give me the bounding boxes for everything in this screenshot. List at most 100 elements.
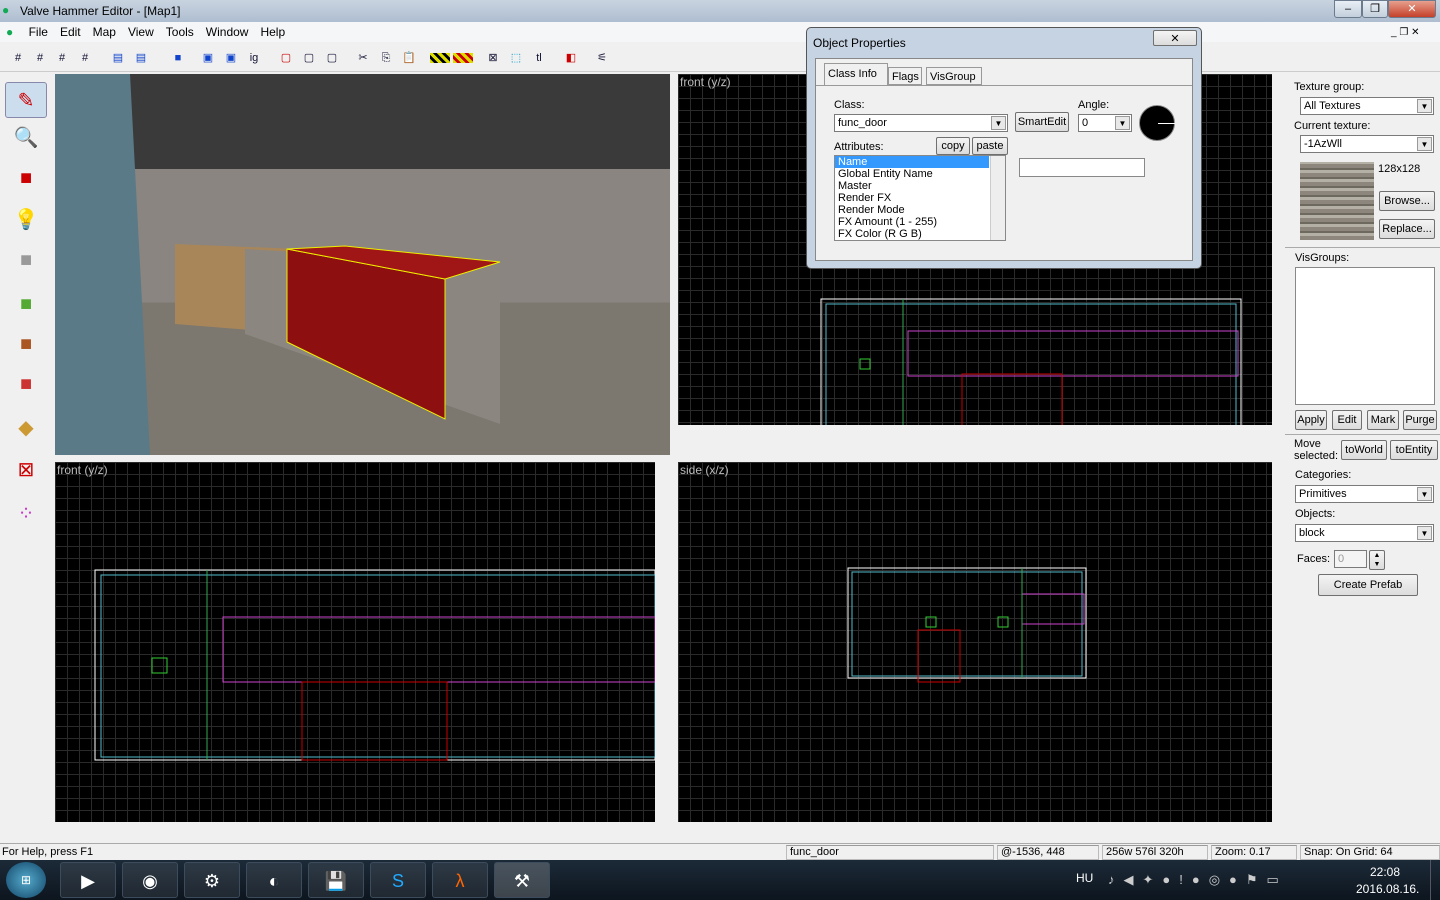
browse-button[interactable]: Browse... xyxy=(1379,191,1435,211)
half-life-icon[interactable]: λ xyxy=(432,862,488,898)
toggle-texture-lock-icon[interactable] xyxy=(430,53,450,63)
maximize-button[interactable]: ❐ xyxy=(1362,0,1388,18)
class-select[interactable]: func_door ▼ xyxy=(834,114,1008,132)
angle-select[interactable]: 0 ▼ xyxy=(1078,114,1132,132)
vertical-scrollbar[interactable] xyxy=(657,462,669,822)
visgroups-list[interactable] xyxy=(1295,267,1435,405)
tab-visgroup[interactable]: VisGroup xyxy=(926,67,982,85)
front-viewport-bottom[interactable]: front (y/z) xyxy=(55,462,655,822)
list-scrollbar[interactable] xyxy=(990,156,1005,240)
texture-application-tool[interactable]: ■ xyxy=(5,286,47,322)
vertex-icon[interactable]: ⚟ xyxy=(592,48,612,68)
camera-viewport[interactable]: camera xyxy=(55,74,670,455)
list-item[interactable]: FX Amount (1 - 255) xyxy=(835,216,1005,228)
toggle-texture-scale-lock-icon[interactable] xyxy=(453,53,473,63)
tab-flags[interactable]: Flags xyxy=(888,67,922,85)
smartedit-button[interactable]: SmartEdit xyxy=(1015,112,1069,132)
list-item[interactable]: FX Color (R G B) xyxy=(835,228,1005,240)
dialog-close-button[interactable]: ✕ xyxy=(1153,30,1197,46)
categories-select[interactable]: Primitives ▼ xyxy=(1295,485,1434,503)
group-icon[interactable]: ▣ xyxy=(198,48,218,68)
carve-icon[interactable]: ■ xyxy=(168,48,188,68)
grid-icon[interactable]: # xyxy=(8,48,28,68)
overlay-tool[interactable]: ◆ xyxy=(5,410,47,446)
save-window-state-icon[interactable]: ▤ xyxy=(131,48,151,68)
load-window-state-icon[interactable]: ▤ xyxy=(108,48,128,68)
paste-button[interactable]: paste xyxy=(972,137,1008,155)
create-prefab-button[interactable]: Create Prefab xyxy=(1318,574,1418,596)
horizontal-scrollbar[interactable] xyxy=(678,823,1272,837)
copy-icon[interactable]: ⎘ xyxy=(376,48,396,68)
menu-window[interactable]: Window xyxy=(200,22,255,39)
entity-tool[interactable]: 💡 xyxy=(5,202,47,238)
start-button[interactable]: ⊞ xyxy=(6,862,46,898)
language-indicator[interactable]: HU xyxy=(1076,871,1093,885)
chrome-icon[interactable]: ◉ xyxy=(122,862,178,898)
menu-view[interactable]: View xyxy=(122,22,160,39)
show-desktop-button[interactable] xyxy=(1430,860,1440,900)
replace-button[interactable]: Replace... xyxy=(1379,219,1435,239)
hide-selected-icon[interactable]: ▢ xyxy=(276,48,296,68)
clock-time[interactable]: 22:08 xyxy=(1370,865,1400,879)
smaller-grid-icon[interactable]: # xyxy=(52,48,72,68)
hammer-editor-icon[interactable]: ⚒ xyxy=(494,862,550,898)
faces-spinner[interactable]: ▲ ▼ xyxy=(1369,550,1385,570)
larger-grid-icon[interactable]: # xyxy=(75,48,95,68)
3d-grid-icon[interactable]: # xyxy=(30,48,50,68)
steam-icon[interactable]: ⚙ xyxy=(184,862,240,898)
tab-class-info[interactable]: Class Info xyxy=(824,63,888,85)
magnify-tool[interactable]: 🔍 xyxy=(5,120,47,156)
close-button[interactable]: ✕ xyxy=(1388,0,1436,18)
list-item[interactable]: Render Mode xyxy=(835,204,1005,216)
edit-button[interactable]: Edit xyxy=(1332,410,1362,430)
list-item[interactable]: Name xyxy=(835,156,989,168)
vertical-scrollbar[interactable] xyxy=(1273,74,1285,437)
angle-dial[interactable] xyxy=(1139,105,1175,141)
skype-icon[interactable]: S xyxy=(370,862,426,898)
select-icon[interactable]: ⬚ xyxy=(506,48,526,68)
show-all-icon[interactable]: ▢ xyxy=(322,48,342,68)
attributes-list[interactable]: Name Global Entity Name Master Render FX… xyxy=(834,155,1006,241)
apply-current-texture-tool[interactable]: ■ xyxy=(5,326,47,362)
mark-button[interactable]: Mark xyxy=(1367,410,1399,430)
to-world-button[interactable]: toWorld xyxy=(1341,440,1387,460)
side-viewport[interactable]: side (x/z) xyxy=(678,462,1272,822)
clock-date[interactable]: 2016.08.16. xyxy=(1356,882,1419,896)
clip-icon[interactable]: ◧ xyxy=(561,48,581,68)
mdi-window-controls[interactable]: _ ❐ ✕ xyxy=(1385,24,1425,38)
selection-box-icon[interactable]: ⊠ xyxy=(483,48,503,68)
menu-edit[interactable]: Edit xyxy=(54,22,87,39)
copy-button[interactable]: copy xyxy=(936,137,970,155)
attribute-value-input[interactable] xyxy=(1019,158,1145,177)
horizontal-scrollbar[interactable] xyxy=(678,425,1272,437)
vertical-scrollbar[interactable] xyxy=(1273,462,1285,822)
texture-group-select[interactable]: All Textures ▼ xyxy=(1300,97,1434,115)
block-tool[interactable]: ■ xyxy=(5,242,47,278)
horizontal-scrollbar[interactable] xyxy=(55,823,655,837)
current-texture-select[interactable]: -1AzWll ▼ xyxy=(1300,135,1434,153)
list-item[interactable]: Global Entity Name xyxy=(835,168,1005,180)
menu-map[interactable]: Map xyxy=(87,22,122,39)
media-player-icon[interactable]: ▶ xyxy=(60,862,116,898)
hide-unselected-icon[interactable]: ▢ xyxy=(299,48,319,68)
selection-tool[interactable]: ✎ xyxy=(5,82,47,118)
paste-icon[interactable]: 📋 xyxy=(399,48,419,68)
clipping-tool[interactable]: ⊠ xyxy=(5,452,47,488)
faces-input[interactable]: 0 xyxy=(1334,550,1367,568)
system-tray-icons[interactable]: ♪◀✦●!●◎●⚑▭ xyxy=(1108,872,1288,888)
list-item[interactable]: Render FX xyxy=(835,192,1005,204)
cut-icon[interactable]: ✂ xyxy=(353,48,373,68)
apply-button[interactable]: Apply xyxy=(1295,410,1327,430)
save-disk-icon[interactable]: 💾 xyxy=(308,862,364,898)
menu-tools[interactable]: Tools xyxy=(160,22,200,39)
ungroup-icon[interactable]: ▣ xyxy=(221,48,241,68)
decal-tool[interactable]: ■ xyxy=(5,366,47,402)
list-item[interactable]: Master xyxy=(835,180,1005,192)
menu-file[interactable]: File xyxy=(23,22,54,39)
minimize-button[interactable]: – xyxy=(1334,0,1362,18)
to-entity-button[interactable]: toEntity xyxy=(1390,440,1438,460)
objects-select[interactable]: block ▼ xyxy=(1295,524,1434,542)
camera-tool[interactable]: ■ xyxy=(5,160,47,196)
ignore-groups-icon[interactable]: ig xyxy=(244,48,264,68)
tl-icon[interactable]: tl xyxy=(529,48,549,68)
